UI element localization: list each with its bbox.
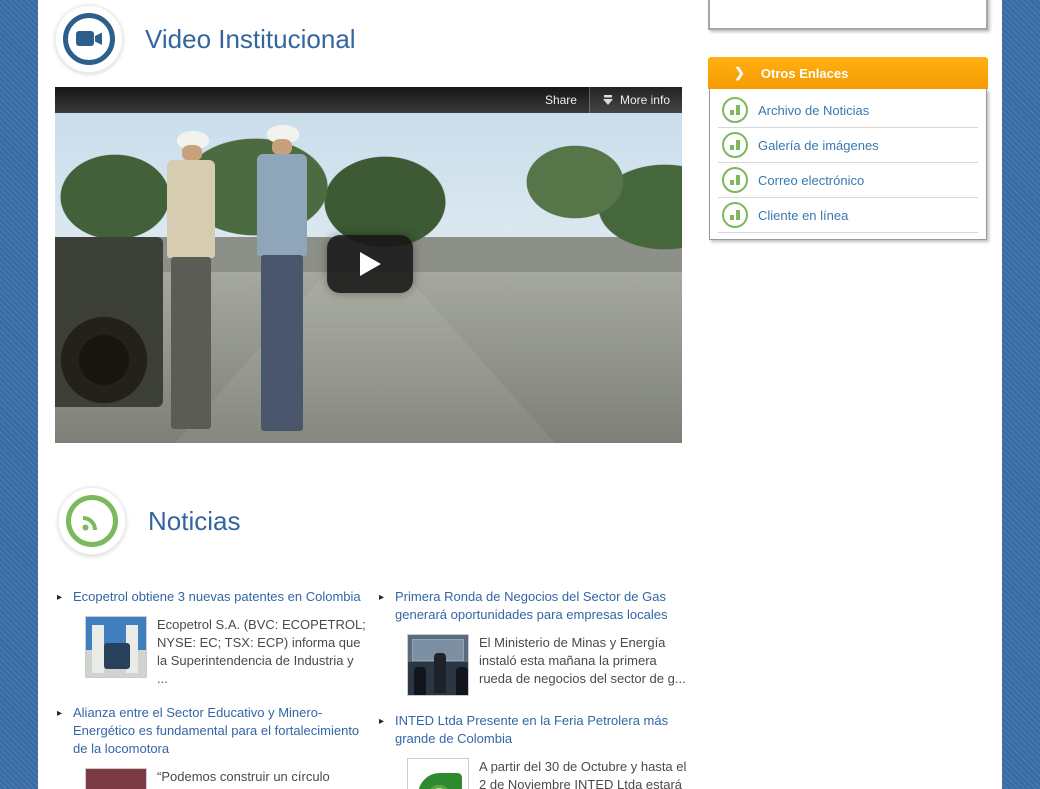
- video-frame-truck-wheel: [61, 317, 147, 403]
- bar-chart-icon: [722, 97, 748, 123]
- news-item: ▸ INTED Ltda Presente en la Feria Petrol…: [377, 712, 689, 789]
- news-title-link[interactable]: ▸ Primera Ronda de Negocios del Sector d…: [377, 588, 689, 624]
- bullet-arrow-icon: ▸: [57, 589, 62, 607]
- bar-chart-icon: [722, 167, 748, 193]
- news-item: ▸ Alianza entre el Sector Educativo y Mi…: [55, 704, 367, 789]
- bar-chart-icon: [722, 132, 748, 158]
- more-info-button[interactable]: More info: [589, 87, 682, 113]
- noticias-section-title: Noticias: [148, 506, 240, 537]
- play-button[interactable]: [327, 235, 413, 293]
- news-excerpt: A partir del 30 de Octubre y hasta el 2 …: [479, 758, 689, 789]
- bullet-arrow-icon: ▸: [379, 713, 384, 731]
- more-info-arrow-icon: [602, 94, 614, 106]
- sidebar-item-galeria-de-imagenes[interactable]: Galería de imágenes: [718, 128, 978, 163]
- video-player[interactable]: Share More info: [55, 87, 682, 443]
- sidebar-item-cliente-en-linea[interactable]: Cliente en línea: [718, 198, 978, 233]
- sidebar-widget-cutoff: [708, 0, 988, 30]
- news-column-left: ▸ Ecopetrol obtiene 3 nuevas patentes en…: [55, 588, 367, 789]
- news-excerpt: El Ministerio de Minas y Energía instaló…: [479, 634, 689, 696]
- sidebar-item-archivo-de-noticias[interactable]: Archivo de Noticias: [718, 93, 978, 128]
- rss-icon: [66, 495, 118, 547]
- otros-enlaces-header[interactable]: ❯ Otros Enlaces: [708, 57, 988, 89]
- noticias-badge: [58, 487, 126, 555]
- bar-chart-icon: [722, 202, 748, 228]
- video-top-bar: Share More info: [55, 87, 682, 113]
- news-excerpt: “Podemos construir un círculo virtuoso a…: [157, 768, 367, 789]
- video-badge: [55, 5, 123, 73]
- video-section-header: Video Institucional: [55, 5, 356, 73]
- news-column-right: ▸ Primera Ronda de Negocios del Sector d…: [377, 588, 689, 789]
- news-item: ▸ Primera Ronda de Negocios del Sector d…: [377, 588, 689, 696]
- news-thumbnail[interactable]: [407, 634, 469, 696]
- news-item: ▸ Ecopetrol obtiene 3 nuevas patentes en…: [55, 588, 367, 688]
- more-info-label: More info: [620, 93, 670, 107]
- content-area: Video Institucional Share: [38, 0, 1002, 789]
- news-title-link[interactable]: ▸ Ecopetrol obtiene 3 nuevas patentes en…: [55, 588, 367, 606]
- news-excerpt: Ecopetrol S.A. (BVC: ECOPETROL; NYSE: EC…: [157, 616, 367, 688]
- news-title-link[interactable]: ▸ INTED Ltda Presente en la Feria Petrol…: [377, 712, 689, 748]
- bullet-arrow-icon: ▸: [379, 589, 384, 607]
- otros-enlaces-title: Otros Enlaces: [761, 66, 848, 81]
- sidebar-item-correo-electronico[interactable]: Correo electrónico: [718, 163, 978, 198]
- news-thumbnail[interactable]: [85, 768, 147, 789]
- news-thumbnail[interactable]: [407, 758, 469, 789]
- news-thumbnail[interactable]: [85, 616, 147, 678]
- news-title-link[interactable]: ▸ Alianza entre el Sector Educativo y Mi…: [55, 704, 367, 758]
- chevron-right-icon: ❯: [734, 65, 745, 81]
- play-icon: [358, 251, 382, 277]
- otros-enlaces-box: Archivo de Noticias Galería de imágenes …: [709, 89, 987, 240]
- share-button[interactable]: Share: [533, 87, 589, 113]
- share-button-label: Share: [545, 93, 577, 107]
- bullet-arrow-icon: ▸: [57, 705, 62, 723]
- video-camera-icon: [63, 13, 115, 65]
- video-section-title: Video Institucional: [145, 24, 356, 55]
- noticias-section-header: Noticias: [58, 487, 240, 555]
